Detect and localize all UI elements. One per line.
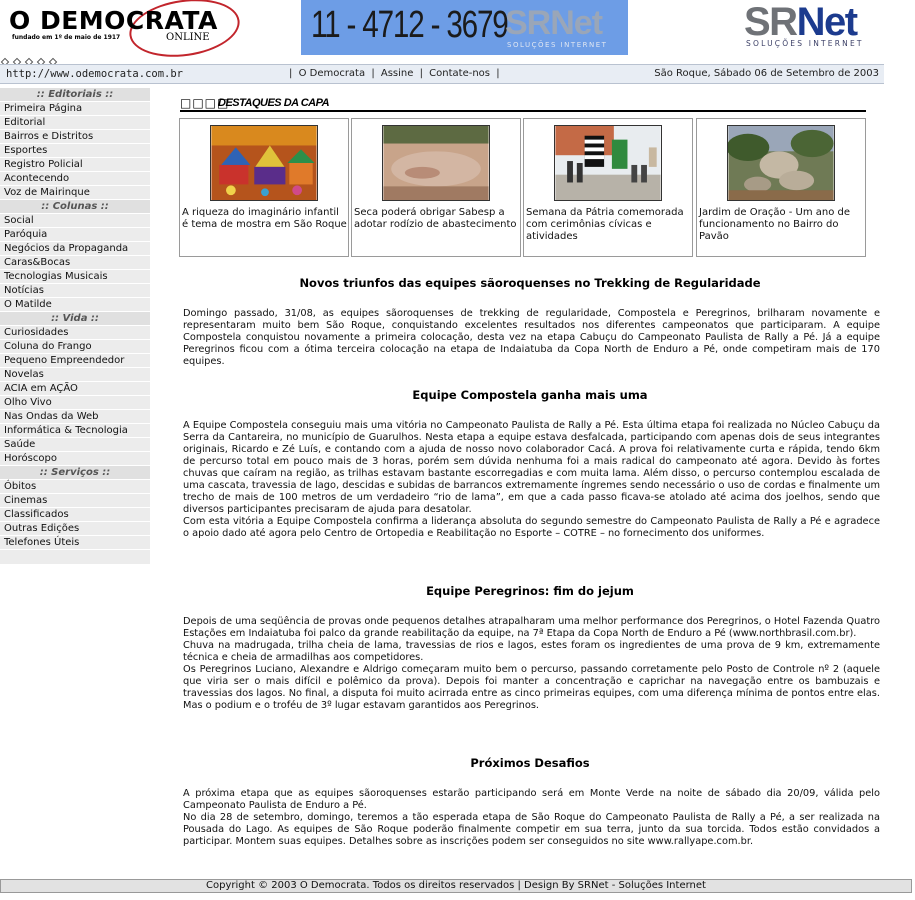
logo-online: ONLINE [166, 32, 210, 43]
destaque-card[interactable]: A riqueza do imaginário infantil é tema … [179, 118, 349, 257]
prayer-garden-thumbnail[interactable] [727, 125, 835, 201]
destaque-caption[interactable]: Semana da Pátria comemorada com cerimôni… [526, 207, 692, 243]
article-title: Próximos Desafios [470, 756, 590, 770]
sidebar-item-social[interactable]: Social [0, 214, 150, 228]
srnet-logo-net: Net [796, 0, 858, 44]
sidebar-item-negocios-da-propaganda[interactable]: Negócios da Propaganda [0, 242, 150, 256]
sidebar-item-pequeno-empreendedor[interactable]: Pequeno Empreendedor [0, 354, 150, 368]
article-paragraph: Domingo passado, 31/08, as equipes sãoro… [183, 308, 880, 367]
flag-ceremony-thumbnail[interactable] [554, 125, 662, 201]
sidebar-item-caras-bocas[interactable]: Caras&Bocas [0, 256, 150, 270]
sidebar-item-curiosidades[interactable]: Curiosidades [0, 326, 150, 340]
destaque-card[interactable]: Semana da Pátria comemorada com cerimôni… [523, 118, 693, 257]
sidebar-item-saude[interactable]: Saúde [0, 438, 150, 452]
article-paragraph: Chuva na madrugada, trilha cheia de lama… [183, 640, 880, 663]
destaque-caption[interactable]: A riqueza do imaginário infantil é tema … [182, 207, 348, 231]
sidebar-item-noticias[interactable]: Notícias [0, 284, 150, 298]
sidebar-item-coluna-do-frango[interactable]: Coluna do Frango [0, 340, 150, 354]
page-header: O DEMOCRATA fundado em 1º de maio de 191… [0, 0, 915, 67]
logo-title: O DEMOCRATA [9, 6, 218, 35]
sidebar-item-primeira-pagina[interactable]: Primeira Página [0, 102, 150, 116]
srnet-logo[interactable]: SRNet SOLUÇÕES INTERNET [740, 0, 876, 55]
dry-reservoir-thumbnail[interactable] [382, 125, 490, 201]
nav-link-contate-nos[interactable]: Contate-nos [429, 68, 490, 79]
article-paragraph: Os Peregrinos Luciano, Alexandre e Aldri… [183, 664, 880, 711]
nav-link-assine[interactable]: Assine [381, 68, 414, 79]
article-body: Depois de uma seqüência de provas onde p… [183, 616, 880, 712]
sidebar-item-horoscopo[interactable]: Horóscopo [0, 452, 150, 466]
site-url: http://www.odemocrata.com.br [6, 68, 184, 80]
sidebar-item-informatica-tecnologia[interactable]: Informática & Tecnologia [0, 424, 150, 438]
sidebar-item-bairros-e-distritos[interactable]: Bairros e Distritos [0, 130, 150, 144]
sidebar-item-acia-em-acao[interactable]: ACIA em AÇÃO [0, 382, 150, 396]
sidebar-section-editoriais: :: Editoriais :: [0, 88, 150, 102]
banner-brand-sub: SOLUÇÕES INTERNET [507, 41, 608, 49]
srnet-logo-sub: SOLUÇÕES INTERNET [746, 39, 864, 48]
article-body: A próxima etapa que as equipes sãoroquen… [183, 788, 880, 848]
nav-separator: | [371, 68, 375, 79]
destaque-caption[interactable]: Jardim de Oração - Um ano de funcionamen… [699, 207, 865, 243]
nav-link-o-democrata[interactable]: O Democrata [299, 68, 366, 79]
destaques-header: □□□□ DESTAQUES DA CAPA [180, 96, 866, 112]
sidebar-section-vida: :: Vida :: [0, 312, 150, 326]
article-body: Domingo passado, 31/08, as equipes sãoro… [183, 308, 880, 368]
page-footer: Copyright © 2003 O Democrata. Todos os d… [0, 879, 912, 893]
article-paragraph: No dia 28 de setembro, domingo, teremos … [183, 812, 880, 847]
sidebar-item-novelas[interactable]: Novelas [0, 368, 150, 382]
banner-phone: 11 - 4712 - 3679 [311, 4, 509, 46]
banner-brand: SRNet [505, 4, 603, 42]
sidebar-item-tecnologias-musicais[interactable]: Tecnologias Musicais [0, 270, 150, 284]
sidebar-item-nas-ondas-da-web[interactable]: Nas Ondas da Web [0, 410, 150, 424]
sidebar-item-telefones-uteis[interactable]: Telefones Úteis [0, 536, 150, 550]
article-body: A Equipe Compostela conseguiu mais uma v… [183, 420, 880, 540]
colorful-painting-thumbnail[interactable] [210, 125, 318, 201]
article-paragraph: Depois de uma seqüência de provas onde p… [183, 616, 880, 639]
sidebar-menu: :: Editoriais :: Primeira Página Editori… [0, 88, 150, 564]
sidebar-item-classificados[interactable]: Classificados [0, 508, 150, 522]
destaques-title: DESTAQUES DA CAPA [218, 97, 330, 109]
nav-separator: | [419, 68, 423, 79]
ad-banner[interactable]: 11 - 4712 - 3679 SRNet SOLUÇÕES INTERNET [301, 0, 628, 55]
nav-separator: | [289, 68, 293, 79]
nav-separator: | [496, 68, 500, 79]
sidebar-item-cinemas[interactable]: Cinemas [0, 494, 150, 508]
destaque-card[interactable]: Seca poderá obrigar Sabesp a adotar rodí… [351, 118, 521, 257]
article-paragraph: Com esta vitória a Equipe Compostela con… [183, 516, 880, 539]
sidebar-item-esportes[interactable]: Esportes [0, 144, 150, 158]
sidebar-item-olho-vivo[interactable]: Olho Vivo [0, 396, 150, 410]
srnet-logo-sr: SR [744, 0, 798, 44]
article-paragraph: A Equipe Compostela conseguiu mais uma v… [183, 420, 880, 515]
sidebar-item-obitos[interactable]: Óbitos [0, 480, 150, 494]
article-title: Equipe Compostela ganha mais uma [412, 388, 648, 402]
sidebar-item-paroquia[interactable]: Paróquia [0, 228, 150, 242]
sidebar-item-registro-policial[interactable]: Registro Policial [0, 158, 150, 172]
sidebar-item-acontecendo[interactable]: Acontecendo [0, 172, 150, 186]
article-paragraph: A próxima etapa que as equipes sãoroquen… [183, 788, 880, 811]
sidebar-item-voz-de-mairinque[interactable]: Voz de Mairinque [0, 186, 150, 200]
top-nav-bar: http://www.odemocrata.com.br | O Democra… [0, 64, 884, 84]
sidebar-item-o-matilde[interactable]: O Matilde [0, 298, 150, 312]
site-logo[interactable]: O DEMOCRATA fundado em 1º de maio de 191… [4, 0, 244, 64]
sidebar-section-colunas: :: Colunas :: [0, 200, 150, 214]
sidebar-section-servicos: :: Serviços :: [0, 466, 150, 480]
top-nav: | O Democrata | Assine | Contate-nos | [286, 68, 503, 79]
destaque-caption[interactable]: Seca poderá obrigar Sabesp a adotar rodí… [354, 207, 520, 231]
sidebar-item-editorial[interactable]: Editorial [0, 116, 150, 130]
logo-tagline: fundado em 1º de maio de 1917 [12, 34, 121, 41]
article-title: Equipe Peregrinos: fim do jejum [426, 584, 634, 598]
article-title: Novos triunfos das equipes sãoroquenses … [299, 276, 761, 290]
destaque-card[interactable]: Jardim de Oração - Um ano de funcionamen… [696, 118, 866, 257]
current-date: São Roque, Sábado 06 de Setembro de 2003 [654, 68, 879, 79]
sidebar-item-outras-edicoes[interactable]: Outras Edições [0, 522, 150, 536]
